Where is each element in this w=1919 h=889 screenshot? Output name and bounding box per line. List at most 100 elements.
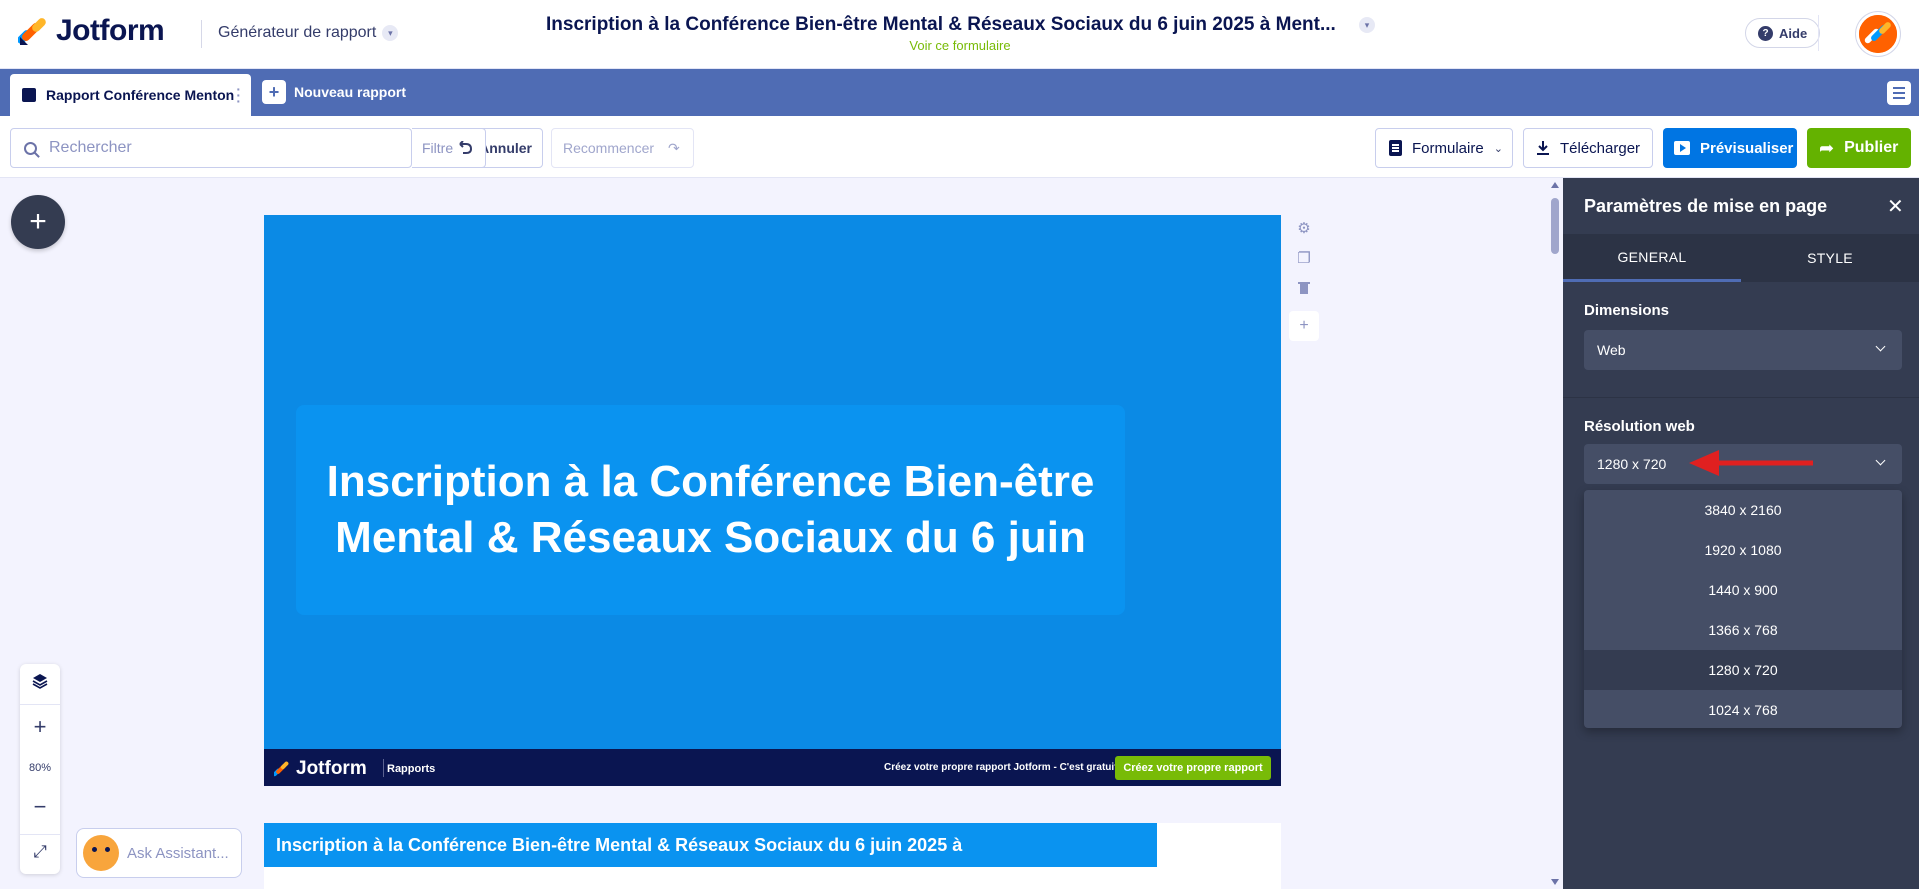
scroll-down-icon[interactable]: [1551, 879, 1559, 885]
tab-label: Rapport Conférence Menton: [46, 87, 235, 103]
report-tabbar: Rapport Conférence Menton · · · + Nouveau …: [0, 69, 1919, 116]
form-selector-button[interactable]: Formulaire ⌄: [1375, 128, 1513, 168]
new-report-label: Nouveau rapport: [294, 84, 407, 100]
avatar-logo-icon: [1859, 15, 1897, 53]
assistant-avatar-icon: [83, 835, 119, 871]
scroll-up-icon[interactable]: [1551, 182, 1559, 188]
resolution-option[interactable]: 3840 x 2160: [1584, 490, 1902, 530]
report-slide-2[interactable]: Inscription à la Conférence Bien-être Me…: [264, 823, 1281, 889]
slide-title[interactable]: Inscription à la Conférence Bien-être Me…: [296, 405, 1125, 615]
footer-promo-text: Créez votre propre rapport Jotform - C'e…: [884, 762, 1118, 773]
fullscreen-icon[interactable]: ⤢: [20, 842, 60, 862]
more-options-icon[interactable]: · · ·: [236, 82, 241, 108]
layers-icon[interactable]: [20, 672, 60, 695]
filter-button[interactable]: Filtre: [412, 128, 486, 168]
chevron-down-icon: [1875, 455, 1886, 466]
resolution-option[interactable]: 1366 x 768: [1584, 610, 1902, 650]
zoom-level: 80%: [28, 762, 52, 774]
user-avatar[interactable]: [1856, 12, 1900, 56]
zoom-in-icon[interactable]: +: [20, 714, 60, 740]
publish-button[interactable]: ➦ Publier: [1807, 128, 1911, 168]
resolution-dropdown: 3840 x 2160 1920 x 1080 1440 x 900 1366 …: [1584, 490, 1902, 728]
resolution-option[interactable]: 1920 x 1080: [1584, 530, 1902, 570]
divider: [20, 834, 60, 835]
form-label: Formulaire: [1412, 139, 1484, 157]
gear-icon[interactable]: ⚙: [1290, 215, 1318, 241]
ask-assistant-label: Ask Assistant...: [127, 844, 229, 862]
panel-title: Paramètres de mise en page: [1584, 196, 1828, 216]
question-icon: ?: [1758, 25, 1773, 41]
canvas-scrollbar[interactable]: [1548, 182, 1562, 889]
new-report-button[interactable]: + Nouveau rapport: [262, 80, 406, 104]
resolution-option-selected[interactable]: 1280 x 720: [1584, 650, 1902, 690]
download-icon: [1537, 141, 1549, 155]
trash-icon[interactable]: [1290, 275, 1318, 301]
generator-label: Générateur de rapport: [218, 24, 377, 41]
redo-button[interactable]: Recommencer ↷: [551, 128, 694, 168]
slide-footer: Jotform Rapports Créez votre propre rapp…: [264, 749, 1281, 786]
plus-icon: +: [262, 80, 286, 104]
ask-assistant-button[interactable]: Ask Assistant...: [76, 828, 242, 878]
divider: [20, 704, 60, 705]
footer-logo: Jotform: [274, 758, 367, 780]
search-input[interactable]: [49, 139, 399, 157]
dimensions-section: Dimensions Web: [1563, 282, 1919, 398]
report-generator-menu[interactable]: Générateur de rapport ▾: [218, 24, 399, 42]
zoom-controls: + 80% − ⤢: [20, 664, 60, 874]
chevron-down-icon: ⌄: [1493, 142, 1503, 155]
resolution-label: Résolution web: [1584, 418, 1695, 435]
jotform-logo-icon: [274, 761, 289, 777]
chevron-down-icon[interactable]: ▾: [1359, 17, 1375, 33]
hamburger-menu-icon[interactable]: [1887, 81, 1911, 105]
preview-label: Prévisualiser: [1700, 139, 1794, 157]
dimensions-label: Dimensions: [1584, 302, 1670, 319]
share-arrow-icon: ➦: [1819, 137, 1835, 158]
annotation-arrow: [1689, 450, 1813, 476]
search-box: [10, 128, 412, 168]
filter-label: Filtre: [422, 140, 454, 156]
add-slide-icon[interactable]: +: [1289, 311, 1319, 341]
download-button[interactable]: Télécharger: [1523, 128, 1653, 168]
tab-rapport-conference-menton[interactable]: Rapport Conférence Menton · · ·: [10, 74, 251, 116]
download-label: Télécharger: [1560, 139, 1641, 157]
trash-shape: [1298, 282, 1310, 294]
footer-logo-text: Jotform: [296, 758, 367, 779]
resolution-value: 1280 x 720: [1597, 456, 1667, 472]
publish-label: Publier: [1844, 139, 1899, 156]
add-element-button[interactable]: +: [11, 195, 65, 249]
view-form-link[interactable]: Voir ce formulaire: [880, 38, 1040, 53]
resolution-option[interactable]: 1440 x 900: [1584, 570, 1902, 610]
undo-icon: [459, 141, 473, 154]
report-slide[interactable]: Inscription à la Conférence Bien-être Me…: [264, 215, 1281, 786]
jotform-logo-icon: [18, 18, 46, 45]
document-icon: [1389, 140, 1402, 156]
tab-general[interactable]: GENERAL: [1563, 234, 1741, 282]
header-divider: [1818, 15, 1819, 51]
footer-divider: [383, 759, 384, 777]
preview-button[interactable]: Prévisualiser: [1663, 128, 1797, 168]
slide2-title[interactable]: Inscription à la Conférence Bien-être Me…: [264, 823, 1157, 867]
redo-label: Recommencer: [563, 140, 655, 156]
panel-tabs: GENERAL STYLE: [1563, 234, 1919, 282]
help-button[interactable]: ? Aide: [1745, 18, 1821, 48]
top-header: Jotform Générateur de rapport ▾ Inscript…: [0, 0, 1919, 69]
logo-wordmark: Jotform: [56, 14, 165, 47]
scroll-thumb[interactable]: [1551, 198, 1559, 254]
dimensions-select[interactable]: Web: [1584, 330, 1902, 370]
help-label: Aide: [1779, 25, 1808, 41]
header-divider: [201, 20, 202, 48]
dimensions-value: Web: [1597, 342, 1626, 358]
close-icon[interactable]: ✕: [1887, 194, 1904, 219]
create-report-cta[interactable]: Créez votre propre rapport: [1115, 756, 1271, 780]
chevron-down-icon: ▾: [382, 25, 399, 41]
form-title[interactable]: Inscription à la Conférence Bien-être Me…: [546, 14, 1376, 36]
tab-style[interactable]: STYLE: [1741, 234, 1919, 282]
search-icon: [24, 141, 37, 155]
plus-icon: +: [29, 205, 47, 238]
resolution-option[interactable]: 1024 x 768: [1584, 690, 1902, 728]
undo-label: Annuler: [479, 140, 532, 156]
jotform-logo[interactable]: Jotform: [18, 14, 165, 48]
zoom-out-icon[interactable]: −: [20, 794, 60, 820]
duplicate-icon[interactable]: ❐: [1290, 245, 1318, 271]
toolbar: Annuler Filtre Recommencer ↷ Formulaire …: [0, 116, 1919, 178]
